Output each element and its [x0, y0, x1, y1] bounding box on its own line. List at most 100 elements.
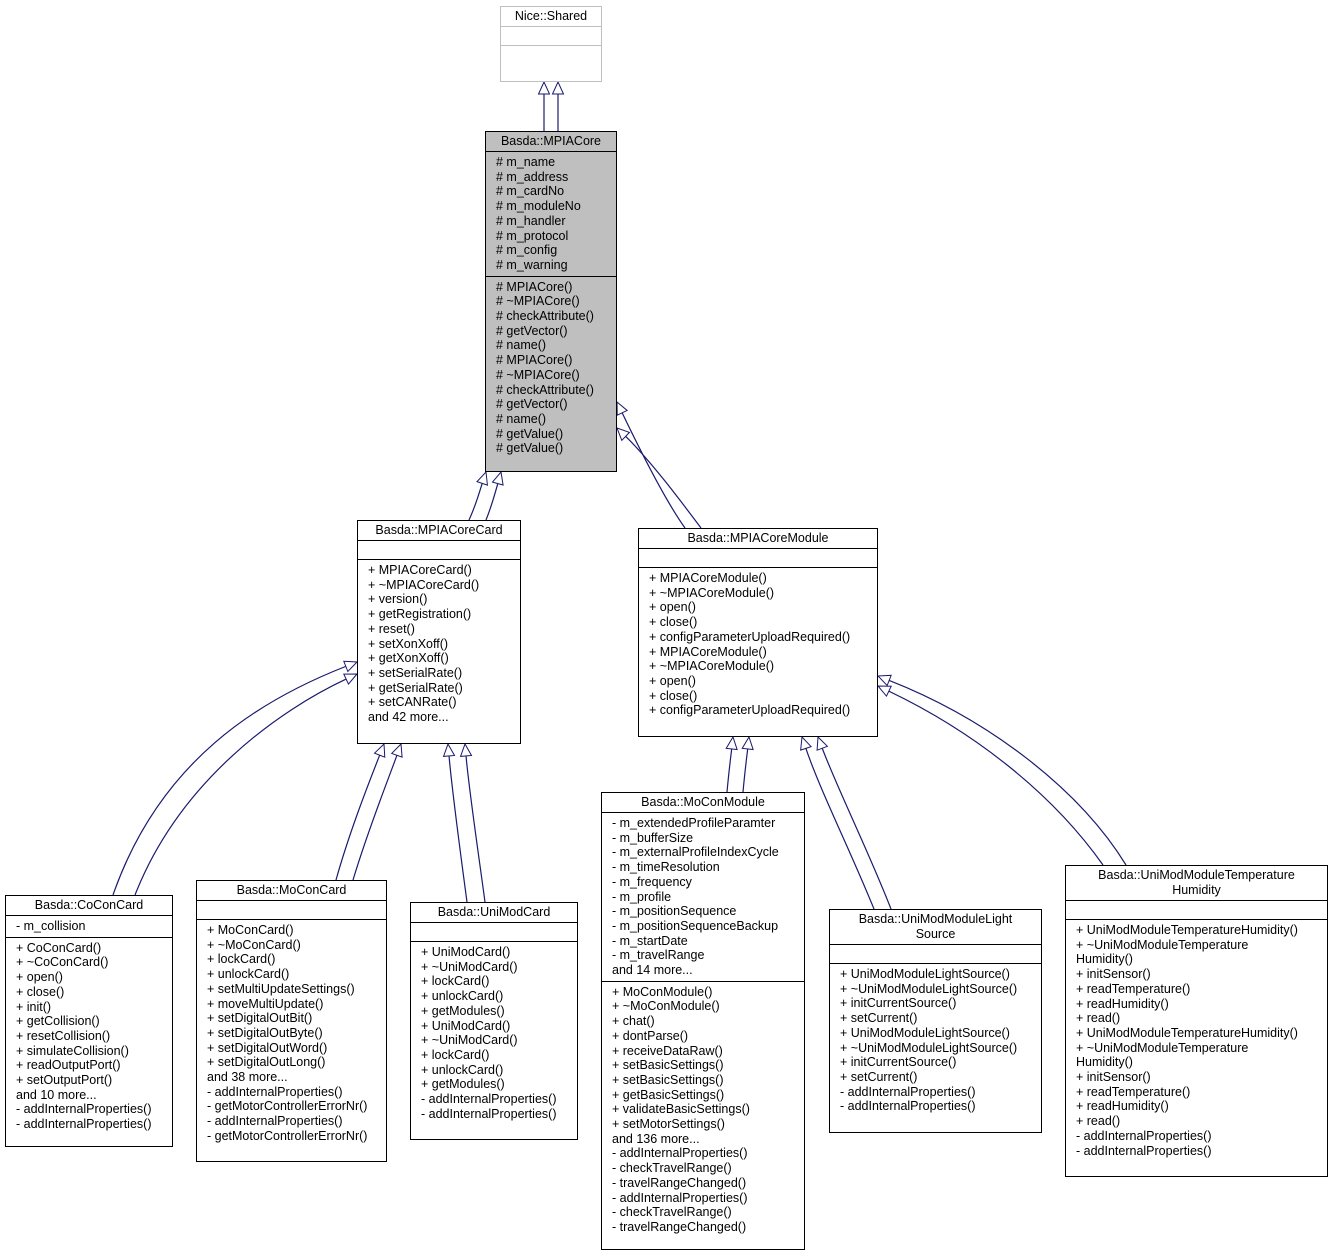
class-title-line: Humidity: [1172, 883, 1221, 897]
method-item: + setCurrent(): [840, 1011, 918, 1026]
method-item: + setXonXoff(): [368, 636, 449, 651]
class-title: Basda::MoConCard: [197, 881, 386, 900]
inheritance-edge-temphum-to-coremodule: [888, 679, 1127, 866]
method-item: # ~MPIACore(): [496, 294, 580, 309]
method-item: + setBasicSettings(): [612, 1072, 724, 1087]
method-item[interactable]: and 42 more...: [368, 710, 520, 725]
method-item: + unlockCard(): [421, 989, 504, 1004]
method-item: + version(): [368, 592, 428, 607]
class-basda-coconcard[interactable]: Basda::CoConCard - m_collision + CoConCard…: [5, 895, 173, 1147]
method-item: + MoConModule(): [612, 984, 713, 999]
class-title: Basda::CoConCard: [6, 896, 172, 915]
inheritance-edge-coremodule-to-core: [625, 435, 702, 529]
method-item: + ~MPIACoreCard(): [368, 577, 480, 592]
class-nice-shared[interactable]: Nice::Shared: [500, 6, 602, 82]
method-item: + initCurrentSource(): [840, 996, 957, 1011]
inheritance-edge-coconcard-to-corecard: [134, 678, 347, 896]
method-item[interactable]: and 10 more...: [16, 1088, 172, 1103]
method-item: + close(): [649, 688, 698, 703]
method-item: + close(): [649, 615, 698, 630]
method-item: - travelRangeChanged(): [612, 1219, 747, 1234]
method-item: + setDigitalOutBit(): [207, 1011, 313, 1026]
method-item: + init(): [16, 999, 52, 1014]
class-title-line: Basda::UniModCard: [437, 905, 551, 919]
inheritance-edge-temphum-to-coremodule: [888, 690, 1104, 866]
class-basda-unimodmodulelightsource[interactable]: Basda::UniModModuleLight Source + UniModMo…: [829, 909, 1042, 1133]
inheritance-edge-unimodcard-to-corecard: [465, 755, 486, 903]
methods-section: + MoConCard() + ~MoConCard() + lockCard() +…: [197, 919, 386, 1161]
inheritance-arrowhead-icon: [390, 742, 403, 758]
class-basda-moconmodule[interactable]: Basda::MoConModule - m_extendedProfilePar…: [601, 792, 805, 1250]
method-item: + ~UniModModuleTemperature: [1076, 937, 1249, 952]
method-item: + moveMultiUpdate(): [207, 996, 324, 1011]
method-item: + lockCard(): [421, 974, 490, 989]
method-item: # getVector(): [496, 397, 568, 412]
class-basda-moconcard[interactable]: Basda::MoConCard+ MoConCard() + ~MoConCar…: [196, 880, 387, 1162]
inheritance-arrowhead-icon: [800, 735, 812, 751]
attribute-item: - m_extendedProfileParamter: [612, 816, 776, 830]
method-item: + getRegistration(): [368, 607, 472, 622]
class-basda-mpiacore[interactable]: Basda::MPIACore # m_name # m_address # m_ca…: [485, 131, 617, 472]
method-item: + getXonXoff(): [368, 651, 449, 666]
method-item: - checkTravelRange(): [612, 1161, 732, 1176]
method-item: + setBasicSettings(): [612, 1058, 724, 1073]
method-item: - checkTravelRange(): [612, 1205, 732, 1220]
inheritance-edge-lightsource-to-coremodule: [805, 748, 875, 910]
method-item: + getSerialRate(): [368, 680, 463, 695]
inheritance-arrowhead-icon: [725, 735, 738, 751]
attribute-item: # m_handler: [496, 213, 566, 228]
method-item: + MPIACoreModule(): [649, 644, 767, 659]
inheritance-edge-moconcard-to-corecard: [352, 755, 398, 881]
inheritance-arrowhead-icon: [343, 673, 359, 685]
method-item: + ~CoConCard(): [16, 955, 109, 970]
method-item: + UniModCard(): [421, 1018, 511, 1033]
method-item: + ~MPIACoreModule(): [649, 585, 775, 600]
class-basda-unimodcard[interactable]: Basda::UniModCard + UniModCard() + ~UniMod…: [410, 902, 578, 1140]
class-basda-mpiacoremodule[interactable]: Basda::MPIACoreModule + MPIACoreModule() +…: [638, 528, 878, 737]
class-basda-mpiacorecard[interactable]: Basda::MPIACoreCard + MPIACoreCard() + ~MP…: [357, 520, 521, 744]
methods-section: + MPIACoreModule() + ~MPIACoreModule() + o…: [639, 567, 877, 736]
attribute-item: - m_externalProfileIndexCycle: [612, 845, 779, 860]
method-item: - addInternalProperties(): [840, 1099, 976, 1114]
method-item: + setMotorSettings(): [612, 1117, 725, 1132]
inheritance-arrowhead-icon: [876, 685, 892, 698]
method-item: + ~MoConCard(): [207, 937, 301, 952]
method-item: + open(): [16, 970, 63, 985]
method-item[interactable]: and 38 more...: [207, 1070, 386, 1085]
method-item: + getBasicSettings(): [612, 1087, 725, 1102]
inheritance-arrowhead-icon: [616, 427, 631, 442]
inheritance-edge-lightsource-to-coremodule: [821, 748, 892, 910]
inheritance-edge-unimodcard-to-corecard: [448, 755, 468, 903]
class-basda-unimodmoduletemperaturehumidity[interactable]: Basda::UniModModuleTemperature Humidity+ …: [1065, 865, 1328, 1177]
method-item: + UniModModuleLightSource(): [840, 1025, 1010, 1040]
method-item: + readTemperature(): [1076, 1084, 1191, 1099]
method-item: + read(): [1076, 1114, 1121, 1129]
attribute-item: - m_profile: [612, 889, 672, 904]
attributes-section: [501, 26, 601, 45]
class-title-line: Basda::CoConCard: [34, 898, 144, 912]
method-item: + setCurrent(): [840, 1069, 918, 1084]
method-item: + setDigitalOutWord(): [207, 1040, 328, 1055]
class-title: Basda::UniModModuleTemperature Humidity: [1066, 866, 1327, 900]
method-item: + chat(): [612, 1014, 655, 1029]
attribute-item: - m_positionSequence: [612, 904, 737, 919]
method-item: + close(): [16, 984, 65, 999]
method-item: + unlockCard(): [421, 1062, 504, 1077]
method-item[interactable]: and 136 more...: [612, 1132, 804, 1147]
attribute-item[interactable]: and 14 more...: [612, 963, 804, 978]
attribute-item: - m_bufferSize: [612, 830, 694, 845]
method-item: - addInternalProperties(): [1076, 1128, 1212, 1143]
attributes-section: [639, 548, 877, 567]
class-title-line: Basda::UniModModuleLight: [858, 912, 1013, 926]
attribute-item: # m_warning: [496, 257, 568, 272]
method-item: # ~MPIACore(): [496, 367, 580, 382]
method-item: + setDigitalOutByte(): [207, 1025, 323, 1040]
class-title-line: Basda::MPIACoreModule: [687, 531, 829, 545]
method-item: # checkAttribute(): [496, 309, 594, 324]
method-item: # name(): [496, 338, 547, 353]
inheritance-arrowhead-icon: [459, 742, 473, 757]
method-item: + unlockCard(): [207, 967, 290, 982]
method-item: + readOutputPort(): [16, 1058, 121, 1073]
class-title-line: Basda::MoConCard: [236, 883, 347, 897]
attribute-item: # m_address: [496, 169, 569, 184]
